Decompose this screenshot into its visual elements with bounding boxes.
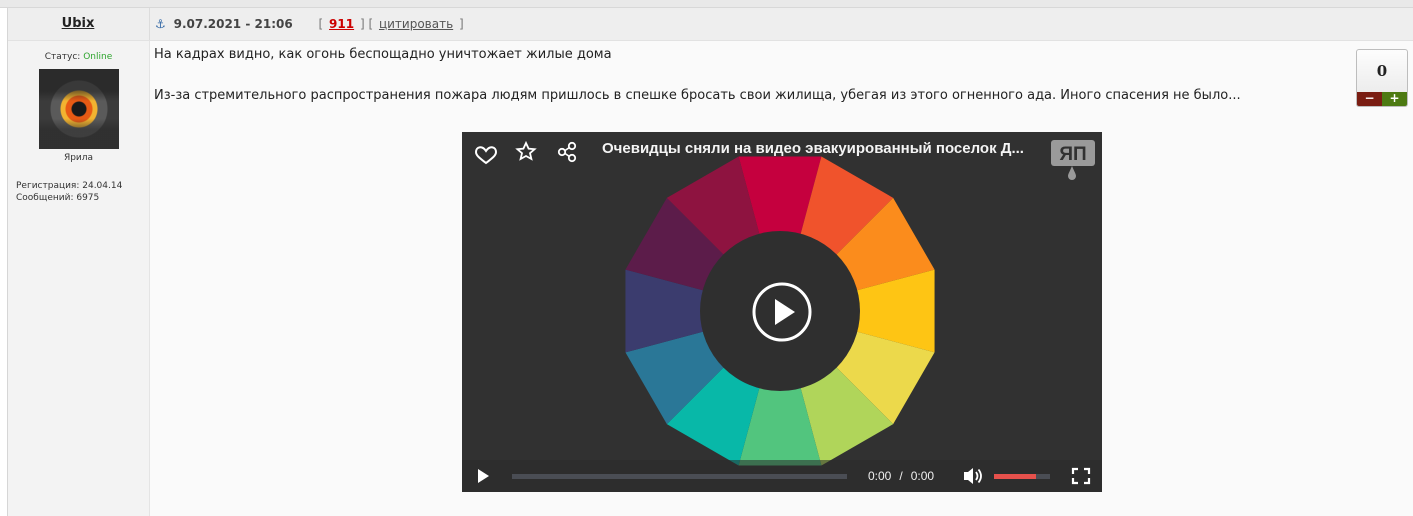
author-panel: Статус: Online Ярила Регистрация: 24.04.… (8, 41, 150, 516)
status-value: Online (83, 52, 113, 62)
bracket-close: ] (359, 17, 365, 31)
current-time: 0:00 (868, 469, 892, 483)
post-header: Ubix ⚓ 9.07.2021 - 21:06 [ 911 ] [ цитир… (8, 8, 1413, 41)
rating-value: 0 (1376, 62, 1388, 80)
video-time: 0:00 / 0:00 (868, 469, 934, 483)
duration: 0:00 (910, 469, 935, 483)
top-strip (0, 0, 1413, 8)
rate-down-button[interactable]: − (1357, 92, 1382, 106)
volume-fill (994, 474, 1036, 479)
post-rating: 0 − + (1356, 49, 1408, 107)
post-content: На кадрах видно, как огонь беспощадно ун… (150, 41, 1413, 516)
author-name-link[interactable]: Ubix (8, 16, 148, 31)
post-number-link[interactable]: 911 (329, 17, 354, 31)
yap-logo-icon: ЯП (1051, 140, 1095, 180)
quote-link[interactable]: цитировать (379, 17, 453, 31)
header-divider (149, 8, 150, 40)
avatar[interactable] (39, 69, 119, 149)
progress-track[interactable] (512, 474, 847, 479)
status-label: Статус: (44, 52, 81, 62)
video-title[interactable]: Очевидцы сняли на видео эвакуированный п… (602, 140, 1032, 157)
heart-icon[interactable] (474, 146, 498, 165)
bracket-open: [ (368, 17, 374, 31)
message-count: Сообщений: 6975 (16, 193, 100, 203)
time-separator: / (899, 469, 903, 483)
star-icon[interactable] (515, 140, 537, 161)
bracket-close: ] (459, 17, 464, 31)
registration-date: Регистрация: 24.04.14 (16, 181, 123, 191)
post-date: 9.07.2021 - 21:06 (173, 17, 293, 31)
user-rank: Ярила (63, 153, 94, 163)
bracket-open: [ (318, 17, 324, 31)
post-meta: ⚓ 9.07.2021 - 21:06 [ 911 ] [ цитировать… (155, 17, 464, 31)
share-icon[interactable] (557, 141, 577, 163)
post-text-paragraph: Из-за стремительного распространения пож… (154, 88, 1241, 103)
user-info: Регистрация: 24.04.14 Сообщений: 6975 (16, 180, 122, 204)
video-player: ЯП Очевидцы сняли на видео эвакуированны… (462, 132, 1102, 492)
anchor-icon[interactable]: ⚓ (155, 17, 166, 31)
video-frame: ЯП (462, 140, 1102, 492)
rate-up-button[interactable]: + (1382, 92, 1407, 106)
forum-post: Ubix ⚓ 9.07.2021 - 21:06 [ 911 ] [ цитир… (7, 8, 1413, 516)
svg-text:ЯП: ЯП (1059, 144, 1086, 165)
post-text-paragraph: На кадрах видно, как огонь беспощадно ун… (154, 47, 612, 62)
user-status: Статус: Online (8, 52, 149, 62)
